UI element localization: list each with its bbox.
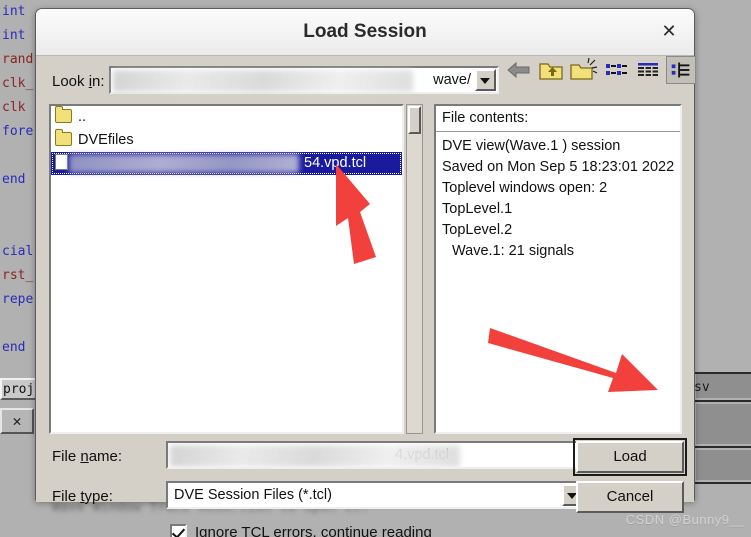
file-contents-line: TopLevel.1	[442, 201, 513, 217]
filename-input[interactable]: 4.vpd.tcl	[166, 441, 586, 469]
panel-strip	[696, 404, 751, 444]
file-contents-line: TopLevel.2	[442, 222, 513, 238]
selected-file-row[interactable]: 54.vpd.tcl	[51, 152, 402, 175]
background-right-label: sv	[694, 380, 710, 395]
file-list-row[interactable]: ..	[51, 106, 402, 129]
background-close-tab-button[interactable]: ✕	[0, 408, 34, 434]
watermark: CSDN @Bunny9__	[625, 512, 745, 527]
filetype-value: DVE Session Files (*.tcl)	[174, 487, 332, 503]
file-contents-line: Toplevel windows open: 2	[442, 180, 608, 196]
filetype-label: File type:	[52, 488, 113, 505]
screen: int int rand clk_ clk fore end cial rst_ repe e…	[0, 0, 751, 537]
panel-strip	[696, 450, 751, 480]
filename-value: 4.vpd.tcl	[395, 447, 449, 463]
lookin-value: wave/	[433, 72, 471, 88]
file-contents-panel: File contents: DVE view(Wave.1 ) session…	[434, 104, 682, 434]
file-list-row-label: 54.vpd.tcl	[304, 155, 367, 171]
load-session-dialog: Load Session ✕ Look in: wave/ .. DVEfile…	[35, 8, 696, 537]
preview-view-icon[interactable]	[666, 56, 696, 84]
panel-divider	[694, 446, 751, 448]
filetype-combobox[interactable]: DVE Session Files (*.tcl)	[166, 481, 586, 509]
cancel-button[interactable]: Cancel	[576, 481, 684, 513]
load-button[interactable]: Load	[573, 438, 687, 476]
file-list-row-label: ..	[78, 109, 87, 125]
file-icon	[55, 154, 68, 170]
close-icon[interactable]: ✕	[658, 21, 680, 43]
chevron-down-icon[interactable]	[475, 69, 496, 91]
detail-view-icon[interactable]	[633, 56, 663, 84]
ignore-errors-checkbox-row[interactable]: Ignore TCL errors, continue reading	[170, 521, 432, 537]
file-list[interactable]: .. DVEfiles 54.vpd.tcl	[49, 104, 404, 434]
file-list-scrollbar[interactable]	[406, 104, 423, 434]
panel-divider	[694, 400, 751, 402]
file-contents-line: Wave.1: 21 signals	[452, 243, 574, 259]
file-list-row-label: DVEfiles	[78, 132, 134, 148]
filename-label: File name:	[52, 448, 123, 465]
dialog-body: Look in: wave/ .. DVEfiles 54.vpd.tcl Fi…	[36, 56, 696, 537]
scrollbar-thumb[interactable]	[408, 106, 421, 134]
ignore-errors-checkbox[interactable]	[170, 523, 187, 537]
dialog-title: Load Session	[303, 21, 427, 42]
file-contents-body: DVE view(Wave.1 ) session Saved on Mon Se…	[436, 132, 680, 262]
file-list-row[interactable]: DVEfiles	[51, 129, 402, 152]
back-arrow-icon[interactable]	[504, 56, 534, 84]
file-contents-header: File contents:	[436, 106, 680, 132]
ignore-errors-label: Ignore TCL errors, continue reading	[195, 523, 432, 537]
folder-icon	[55, 106, 72, 123]
new-folder-icon[interactable]	[568, 56, 598, 84]
list-view-icon[interactable]	[601, 56, 631, 84]
file-contents-line: DVE view(Wave.1 ) session	[442, 138, 621, 154]
dialog-titlebar: Load Session ✕	[36, 9, 694, 56]
lookin-combobox[interactable]: wave/	[109, 66, 499, 94]
folder-icon	[55, 129, 72, 146]
file-contents-line: Saved on Mon Sep 5 18:23:01 2022	[442, 159, 675, 175]
parent-directory-icon[interactable]	[536, 56, 566, 84]
panel-divider	[694, 482, 751, 484]
lookin-label: Look in:	[52, 73, 105, 90]
